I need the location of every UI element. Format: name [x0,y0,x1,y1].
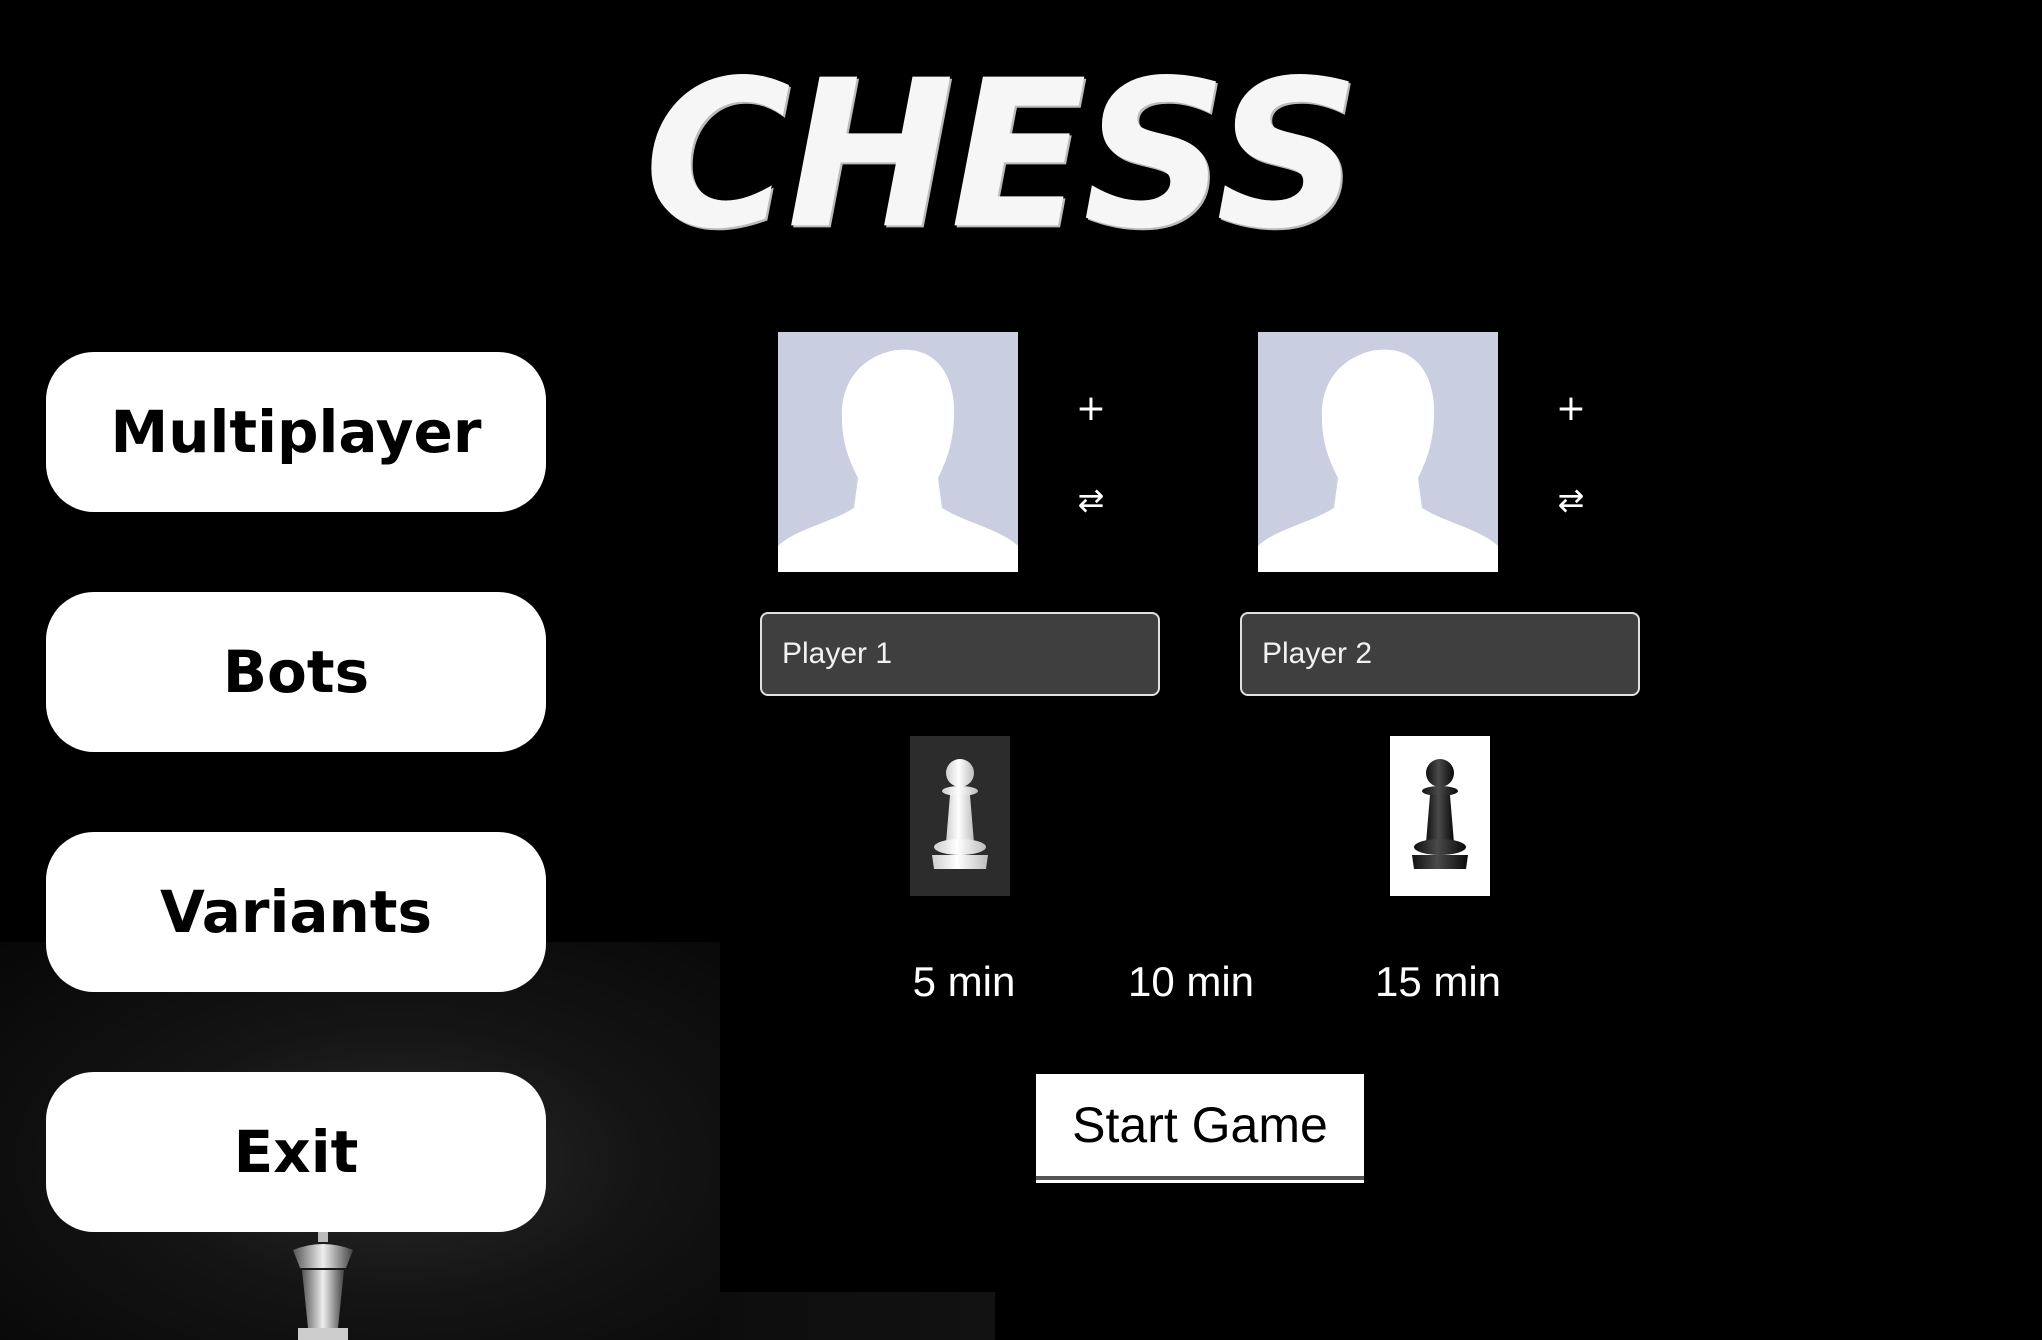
player-1-name-input[interactable] [760,612,1160,696]
start-button-underline [1036,1180,1364,1183]
time-option-5-min[interactable]: 5 min [900,952,1028,1012]
player-1-add-icon[interactable]: + [1066,383,1116,433]
player-2-avatar[interactable] [1258,332,1498,572]
multiplayer-button[interactable]: Multiplayer [46,352,546,512]
exit-button[interactable]: Exit [46,1072,546,1232]
player-2-add-icon[interactable]: + [1546,383,1596,433]
person-silhouette-icon [1258,349,1498,572]
player-1-avatar[interactable] [778,332,1018,572]
player-2-swap-icon[interactable]: ⇄ [1546,475,1596,525]
time-option-10-min[interactable]: 10 min [1122,952,1260,1012]
person-silhouette-icon [778,349,1018,572]
white-pawn-icon [932,759,988,869]
black-pawn-icon [1412,759,1468,869]
black-pawn-piece[interactable] [1390,736,1490,896]
game-title: CHESS [644,36,1360,274]
player-2-name-input[interactable] [1240,612,1640,696]
time-option-15-min[interactable]: 15 min [1362,952,1514,1012]
variants-button[interactable]: Variants [46,832,546,992]
background-photo-strip [720,1292,995,1340]
start-game-button[interactable]: Start Game [1036,1074,1364,1180]
white-pawn-piece[interactable] [910,736,1010,896]
player-1-swap-icon[interactable]: ⇄ [1066,475,1116,525]
game-menu-screen: CHESS Multiplayer Bots Variants Exit + ⇄ [0,0,2042,1340]
bots-button[interactable]: Bots [46,592,546,752]
king-piece-icon [293,1228,353,1340]
